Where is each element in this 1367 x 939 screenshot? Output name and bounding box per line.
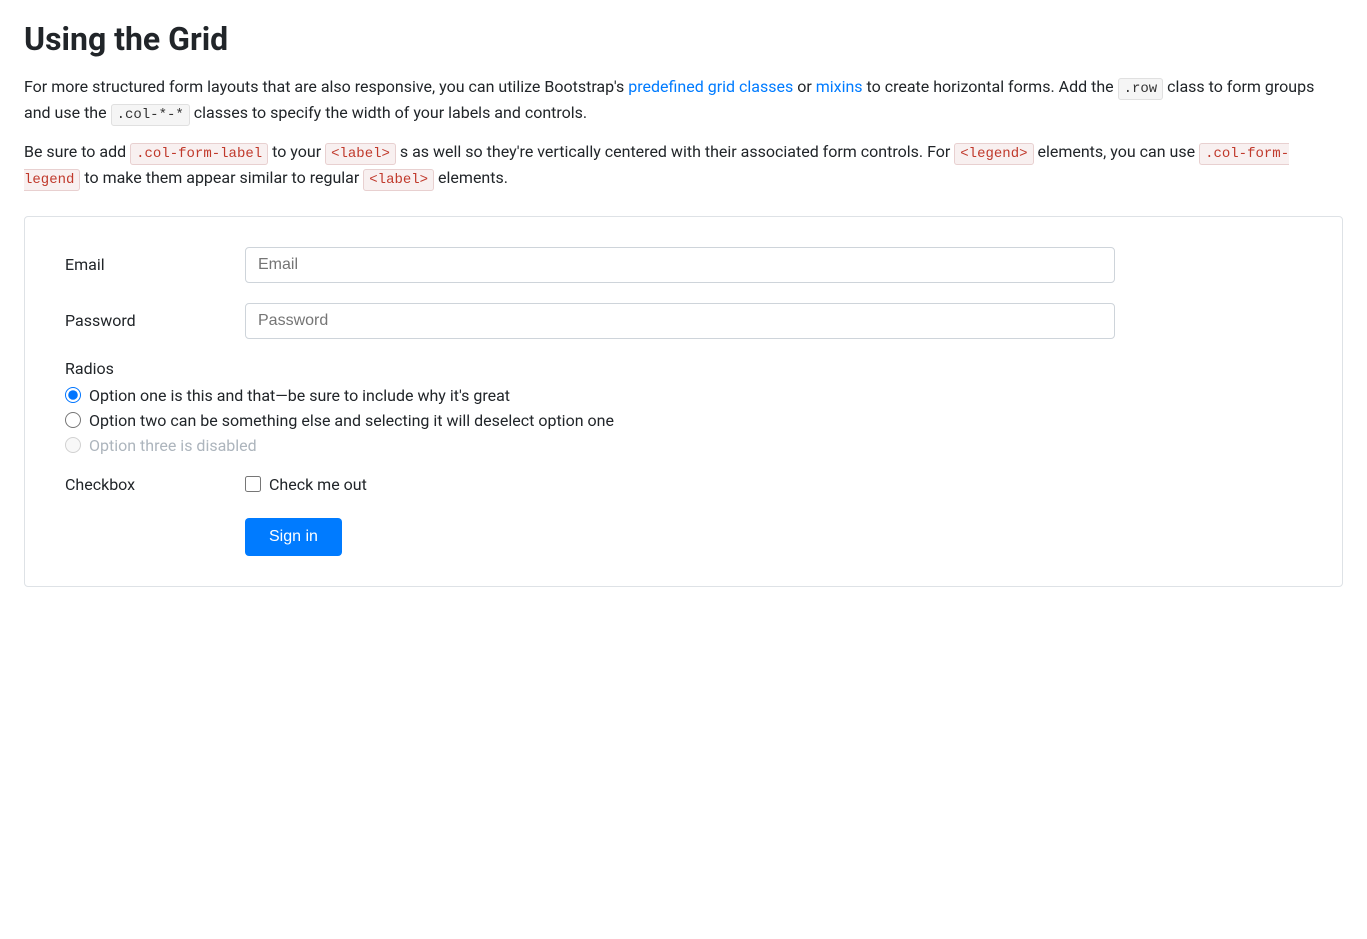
para1-text-before-link1: For more structured form layouts that ar…: [24, 77, 624, 96]
col-class-code: .col-*-*: [111, 104, 190, 126]
label-tag-code2: <label>: [363, 169, 434, 191]
label-tag-code: <label>: [325, 143, 396, 165]
radio-label-2: Option two can be something else and sel…: [89, 411, 614, 430]
password-label: Password: [65, 311, 245, 330]
legend-tag-code: <legend>: [954, 143, 1033, 165]
para1-after-mixins: to create horizontal forms. Add the: [867, 77, 1118, 96]
page-title: Using the Grid: [24, 20, 1343, 58]
description-block: For more structured form layouts that ar…: [24, 74, 1343, 192]
password-input[interactable]: [245, 303, 1115, 339]
predefined-grid-classes-link[interactable]: predefined grid classes: [628, 77, 793, 96]
para2-after-legend: elements, you can use: [1037, 142, 1199, 161]
email-input[interactable]: [245, 247, 1115, 283]
password-form-group: Password: [65, 303, 1302, 339]
para1-after-col: classes to specify the width of your lab…: [194, 103, 587, 122]
radio-input-3: [65, 437, 81, 453]
para2-after-label: s as well so they're vertically centered…: [400, 142, 954, 161]
checkbox-control: Check me out: [245, 475, 367, 494]
email-label: Email: [65, 255, 245, 274]
para2-after-legend-code: to make them appear similar to regular: [84, 168, 363, 187]
email-form-group: Email: [65, 247, 1302, 283]
description-para2: Be sure to add .col-form-label to your <…: [24, 139, 1343, 192]
radio-label-1: Option one is this and that—be sure to i…: [89, 386, 510, 405]
para2-end: elements.: [438, 168, 508, 187]
checkbox-input[interactable]: [245, 476, 261, 492]
para2-to-your: to your: [272, 142, 325, 161]
col-form-label-code: .col-form-label: [130, 143, 268, 165]
radio-input-1[interactable]: [65, 387, 81, 403]
row-class-code: .row: [1118, 78, 1164, 100]
sign-in-button[interactable]: Sign in: [245, 518, 342, 556]
radio-input-2[interactable]: [65, 412, 81, 428]
checkbox-label: Checkbox: [65, 475, 245, 494]
radios-legend: Radios: [65, 359, 1302, 378]
radio-option-2: Option two can be something else and sel…: [65, 411, 1302, 430]
radios-group: Radios Option one is this and that—be su…: [65, 359, 1302, 455]
description-para1: For more structured form layouts that ar…: [24, 74, 1343, 127]
para1-or-text: or: [797, 77, 816, 96]
radio-label-3: Option three is disabled: [89, 436, 257, 455]
form-container: Email Password Radios Option one is this…: [24, 216, 1343, 587]
checkbox-text: Check me out: [269, 475, 367, 494]
mixins-link[interactable]: mixins: [816, 77, 863, 96]
radio-option-1: Option one is this and that—be sure to i…: [65, 386, 1302, 405]
checkbox-group: Checkbox Check me out: [65, 475, 1302, 494]
radio-option-3: Option three is disabled: [65, 436, 1302, 455]
para2-before: Be sure to add: [24, 142, 126, 161]
